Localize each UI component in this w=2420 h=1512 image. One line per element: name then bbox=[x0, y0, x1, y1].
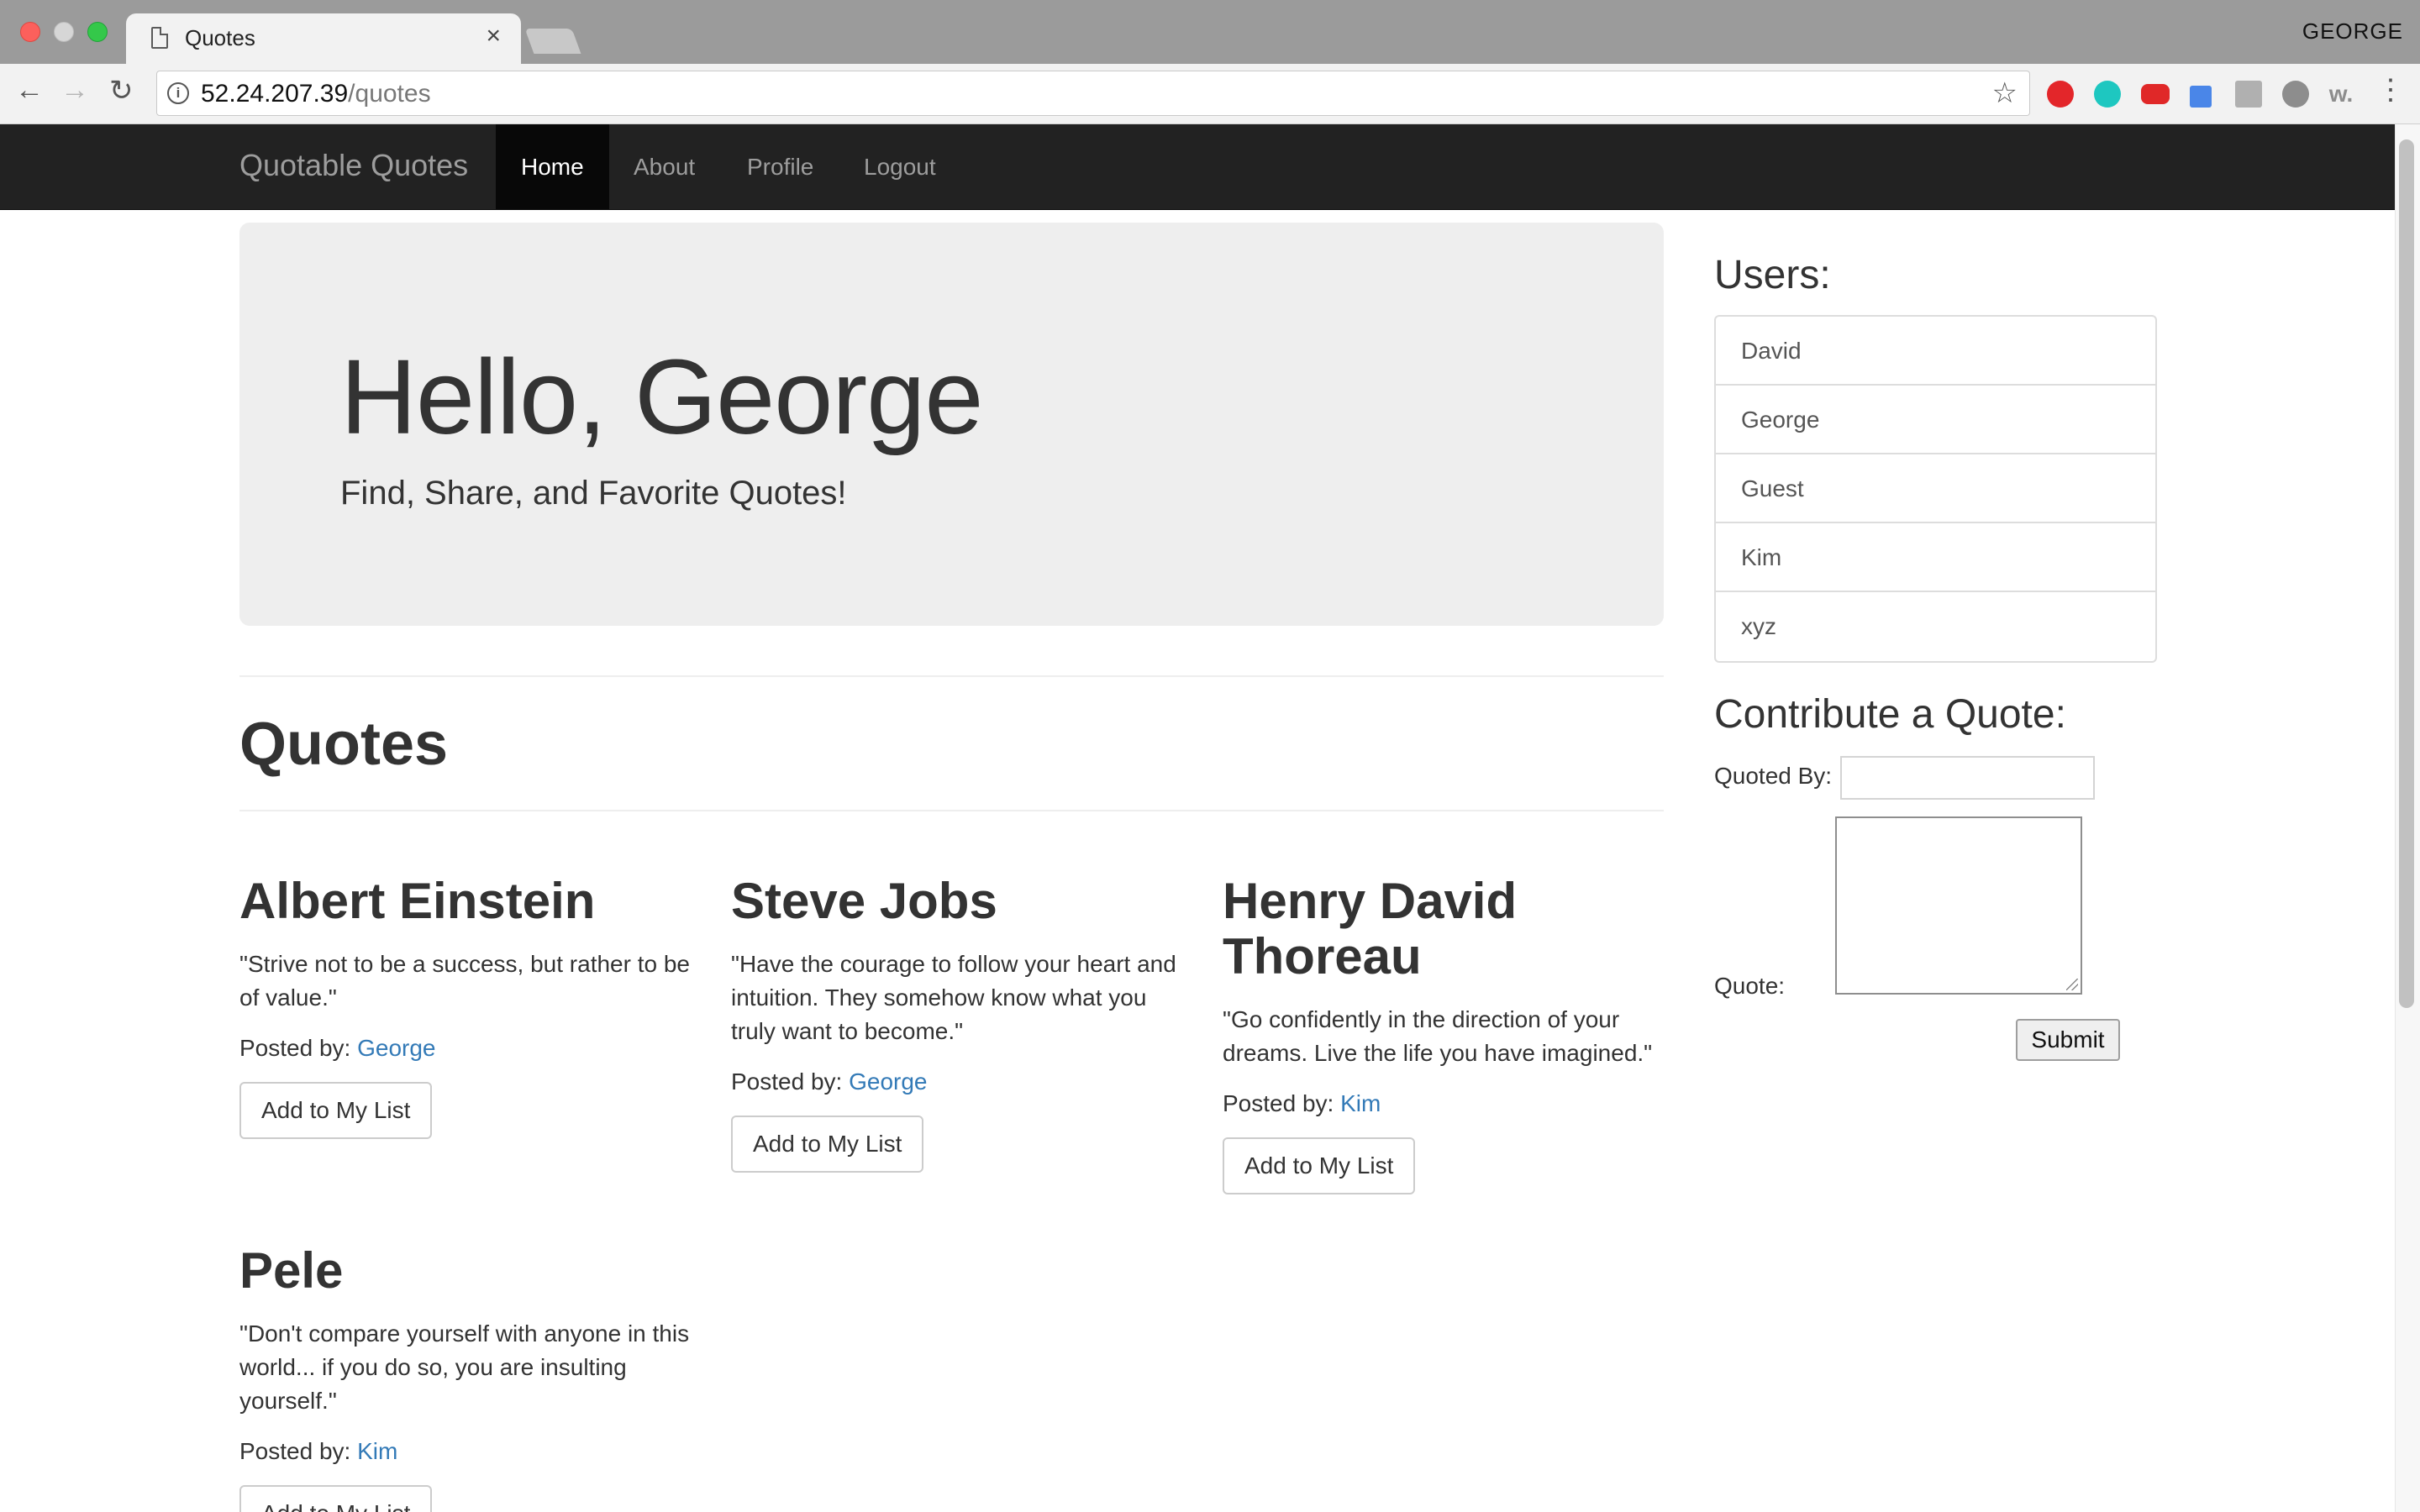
wikiwand-icon[interactable]: w. bbox=[2328, 81, 2354, 108]
pdf-icon[interactable] bbox=[2235, 81, 2262, 108]
quoted-by-input[interactable] bbox=[1840, 756, 2095, 800]
quote-label: Quote: bbox=[1714, 973, 1786, 999]
address-bar[interactable]: i 52.24.207.39/quotes ☆ bbox=[156, 71, 2030, 116]
user-list: David George Guest Kim xyz bbox=[1714, 315, 2157, 663]
quote-textarea[interactable] bbox=[1835, 816, 2082, 995]
add-to-list-button[interactable]: Add to My List bbox=[239, 1082, 433, 1139]
poster-link[interactable]: George bbox=[849, 1068, 927, 1095]
add-to-list-button[interactable]: Add to My List bbox=[239, 1485, 433, 1512]
mightytext-icon[interactable] bbox=[2094, 81, 2121, 108]
minimize-window-button[interactable] bbox=[54, 22, 74, 42]
forward-arrow-icon[interactable]: → bbox=[60, 74, 89, 107]
posted-by-label: Posted by: bbox=[1223, 1090, 1334, 1116]
quote-card: Steve Jobs "Have the courage to follow y… bbox=[731, 874, 1185, 1173]
url-text[interactable]: 52.24.207.39/quotes bbox=[201, 80, 431, 108]
quote-posted-by: Posted by: George bbox=[731, 1065, 1185, 1099]
reload-icon[interactable]: ↻ bbox=[109, 74, 134, 108]
greeting-subtitle: Find, Share, and Favorite Quotes! bbox=[340, 475, 847, 512]
quote-text: "Go confidently in the direction of your… bbox=[1223, 1006, 1653, 1066]
youtube-icon[interactable] bbox=[2141, 84, 2170, 104]
eyedropper-icon[interactable] bbox=[2190, 86, 2212, 108]
quote-posted-by: Posted by: George bbox=[239, 1032, 693, 1065]
tab-close-icon[interactable]: × bbox=[486, 22, 501, 50]
quote-text: "Have the courage to follow your heart a… bbox=[731, 951, 1176, 1044]
divider bbox=[239, 810, 1664, 811]
user-list-item[interactable]: David bbox=[1716, 317, 2155, 386]
quote-card: Henry David Thoreau "Go confidently in t… bbox=[1223, 874, 1676, 1194]
url-host: 52.24.207.39 bbox=[201, 80, 349, 108]
scrollbar-thumb[interactable] bbox=[2399, 139, 2414, 1008]
quote-author: Albert Einstein bbox=[239, 873, 596, 929]
quote-author: Pele bbox=[239, 1242, 344, 1299]
poster-link[interactable]: George bbox=[357, 1035, 435, 1061]
contribute-heading: Contribute a Quote: bbox=[1714, 692, 2066, 737]
quote-card: Albert Einstein "Strive not to be a succ… bbox=[239, 874, 693, 1139]
nav-about[interactable]: About bbox=[608, 124, 720, 210]
nav-profile[interactable]: Profile bbox=[722, 124, 839, 210]
posted-by-label: Posted by: bbox=[239, 1035, 351, 1061]
bookmark-star-icon[interactable]: ☆ bbox=[1992, 76, 2018, 110]
user-list-item[interactable]: xyz bbox=[1716, 592, 2155, 661]
poster-link[interactable]: Kim bbox=[1340, 1090, 1381, 1116]
quote-author: Henry David Thoreau bbox=[1223, 873, 1518, 984]
quote-posted-by: Posted by: Kim bbox=[1223, 1087, 1676, 1121]
opera-icon[interactable] bbox=[2047, 81, 2074, 108]
quote-author: Steve Jobs bbox=[731, 873, 997, 929]
site-navbar: Quotable Quotes Home About Profile Logou… bbox=[0, 124, 2420, 210]
posted-by-label: Posted by: bbox=[239, 1438, 351, 1464]
browser-menu-icon[interactable]: ⋮ bbox=[2376, 76, 2405, 104]
browser-toolbar: ← → ↻ i 52.24.207.39/quotes ☆ w. ⋮ bbox=[0, 64, 2420, 124]
translate-icon[interactable] bbox=[2282, 81, 2309, 108]
info-icon[interactable]: i bbox=[167, 82, 189, 104]
browser-titlebar: Quotes × GEORGE bbox=[0, 0, 2420, 64]
users-heading: Users: bbox=[1714, 253, 1831, 297]
user-list-item[interactable]: Kim bbox=[1716, 523, 2155, 592]
brand-link[interactable]: Quotable Quotes bbox=[239, 148, 468, 183]
add-to-list-button[interactable]: Add to My List bbox=[731, 1116, 924, 1173]
submit-button[interactable]: Submit bbox=[2016, 1019, 2120, 1061]
nav-logout[interactable]: Logout bbox=[839, 124, 961, 210]
quote-card: Pele "Don't compare yourself with anyone… bbox=[239, 1243, 693, 1512]
quotes-section-title: Quotes bbox=[239, 711, 449, 778]
new-tab-button[interactable] bbox=[524, 29, 581, 54]
nav-home[interactable]: Home bbox=[496, 124, 609, 210]
quote-posted-by: Posted by: Kim bbox=[239, 1435, 693, 1468]
user-list-item[interactable]: George bbox=[1716, 386, 2155, 454]
page-icon bbox=[151, 27, 168, 49]
jumbotron: Hello, George Find, Share, and Favorite … bbox=[239, 223, 1664, 626]
posted-by-label: Posted by: bbox=[731, 1068, 843, 1095]
greeting-title: Hello, George bbox=[340, 338, 983, 456]
quote-text: "Strive not to be a success, but rather … bbox=[239, 951, 691, 1011]
divider bbox=[239, 675, 1664, 677]
user-list-item[interactable]: Guest bbox=[1716, 454, 2155, 523]
resize-grip-icon[interactable] bbox=[2066, 979, 2078, 990]
close-window-button[interactable] bbox=[20, 22, 40, 42]
quoted-by-label: Quoted By: bbox=[1714, 763, 1833, 789]
browser-tab-quotes[interactable]: Quotes × bbox=[126, 13, 521, 64]
quote-text: "Don't compare yourself with anyone in t… bbox=[239, 1320, 690, 1414]
profile-name[interactable]: GEORGE bbox=[2302, 18, 2403, 45]
poster-link[interactable]: Kim bbox=[357, 1438, 397, 1464]
tab-title: Quotes bbox=[185, 25, 255, 50]
maximize-window-button[interactable] bbox=[87, 22, 108, 42]
back-arrow-icon[interactable]: ← bbox=[15, 74, 44, 107]
url-path: /quotes bbox=[348, 80, 431, 108]
add-to-list-button[interactable]: Add to My List bbox=[1223, 1137, 1416, 1194]
